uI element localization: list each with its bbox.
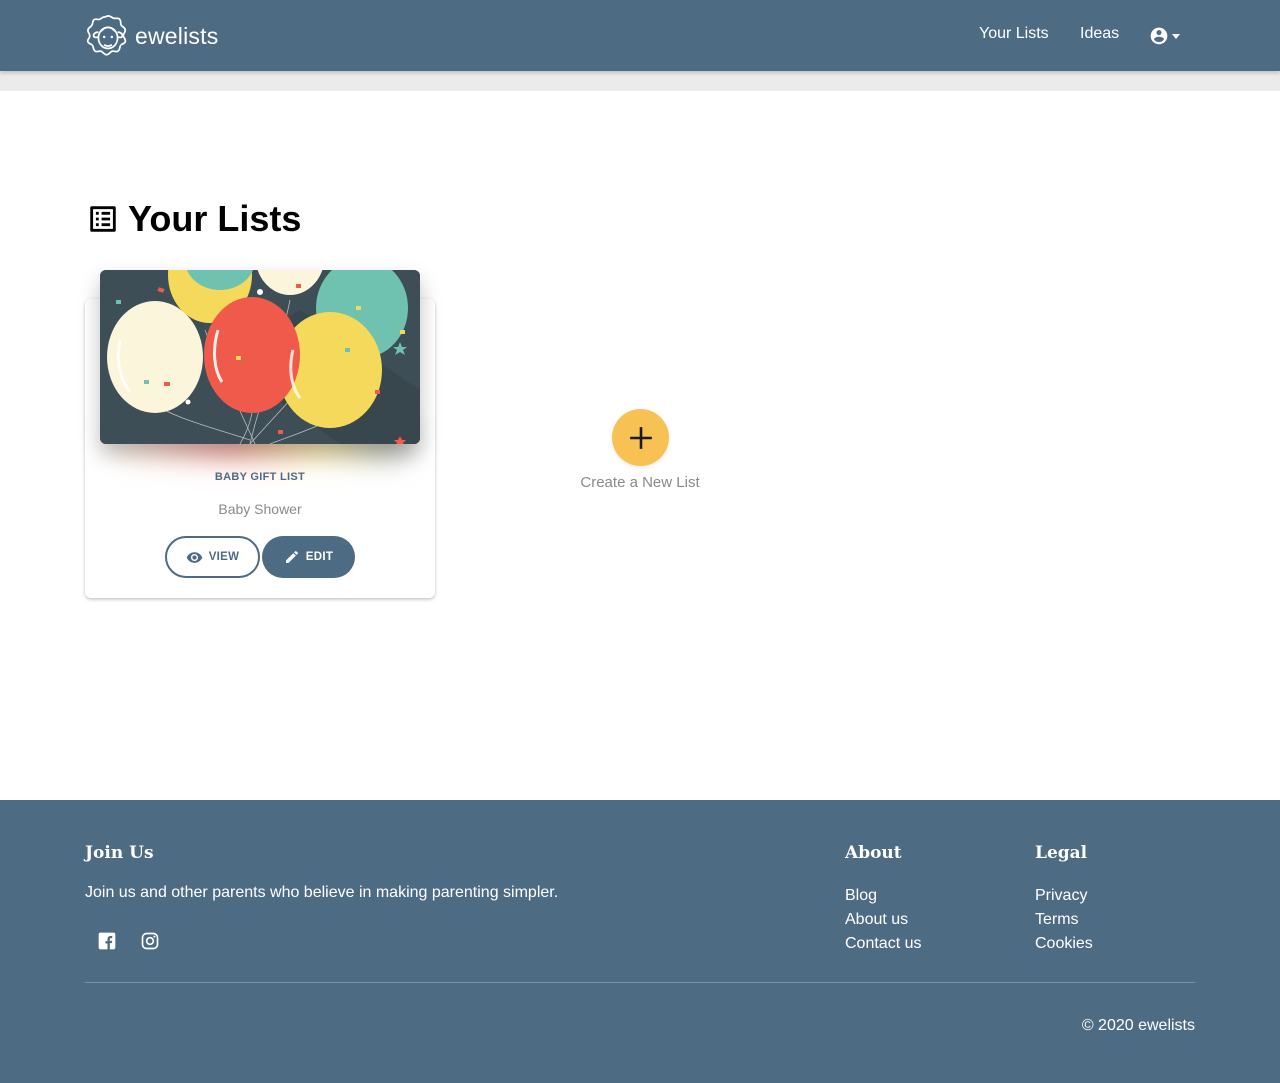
footer-join-heading: Join Us [85,843,154,863]
view-list-button[interactable]: VIEW [165,536,260,578]
edit-list-button[interactable]: EDIT [262,536,355,578]
nav-link-ideas[interactable]: Ideas [1080,25,1119,43]
footer-link-terms[interactable]: Terms [1035,908,1093,932]
page-title: Your Lists [86,196,301,242]
list-title: Baby Shower [218,501,302,517]
brand-link[interactable]: ewelists [85,12,218,60]
facebook-icon [98,932,116,950]
footer-join-text: Join us and other parents who believe in… [85,884,559,901]
footer-divider [85,982,1195,983]
instagram-icon [141,932,159,950]
list-category: BABY GIFT LIST [214,471,306,483]
footer-about-heading: About [845,843,902,863]
footer-link-contact-us[interactable]: Contact us [845,932,921,956]
pencil-icon [285,550,298,563]
account-menu-button[interactable] [1149,25,1183,47]
footer-copyright: © 2020 ewelists [1081,1017,1195,1034]
footer-link-privacy[interactable]: Privacy [1035,884,1093,908]
create-list-label[interactable]: Create a New List [540,474,740,491]
sheep-logo-icon [86,15,127,56]
eye-icon [186,551,202,563]
list-card-image [100,270,420,444]
brand-name: ewelists [135,22,219,49]
footer-link-blog[interactable]: Blog [845,884,921,908]
footer-legal-links: Privacy Terms Cookies [1035,884,1093,956]
instagram-link[interactable] [140,931,160,951]
edit-button-label: EDIT [305,551,334,563]
plus-icon [629,426,652,449]
nav-link-your-lists[interactable]: Your Lists [979,25,1049,43]
balloons-image [100,270,420,444]
list-alt-icon [90,206,116,232]
footer-about-links: Blog About us Contact us [845,884,921,956]
footer-link-cookies[interactable]: Cookies [1035,932,1093,956]
chevron-down-icon [1172,33,1180,39]
facebook-link[interactable] [97,931,117,951]
create-list-button[interactable] [612,409,669,466]
footer-legal-heading: Legal [1035,843,1088,863]
top-navbar: ewelists Your Lists Ideas [0,0,1280,71]
sub-header-bar [0,71,1280,91]
page-title-text: Your Lists [128,198,302,239]
footer-link-about-us[interactable]: About us [845,908,921,932]
view-button-label: VIEW [208,551,240,563]
account-circle-icon [1150,27,1168,45]
footer: Join Us Join us and other parents who be… [0,800,1280,1083]
